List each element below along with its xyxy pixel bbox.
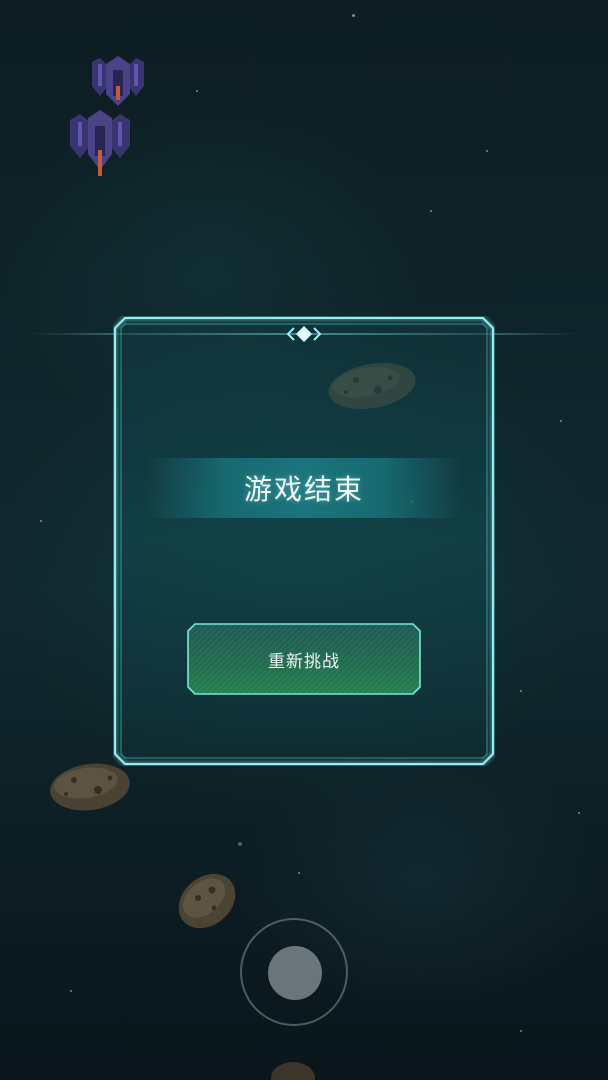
joystick-icon[interactable] bbox=[240, 918, 348, 1026]
enemy-ship-icon bbox=[64, 110, 136, 184]
asteroid-icon bbox=[268, 1056, 318, 1080]
joystick-knob[interactable] bbox=[268, 946, 322, 1000]
game-scene: 游戏结束 重新挑战 bbox=[0, 0, 608, 1080]
asteroid-icon bbox=[48, 762, 132, 816]
game-over-dialog: 游戏结束 重新挑战 bbox=[113, 316, 495, 766]
retry-button-label[interactable]: 重新挑战 bbox=[187, 623, 421, 695]
dialog-title: 游戏结束 bbox=[243, 473, 364, 506]
asteroid-icon bbox=[174, 868, 240, 938]
dialog-title-band: 游戏结束 bbox=[147, 458, 461, 518]
retry-button[interactable]: 重新挑战 bbox=[187, 623, 421, 695]
dialog-frame bbox=[114, 317, 494, 765]
enemy-ship-icon bbox=[82, 56, 154, 112]
diamond-ornament-icon bbox=[282, 324, 326, 348]
